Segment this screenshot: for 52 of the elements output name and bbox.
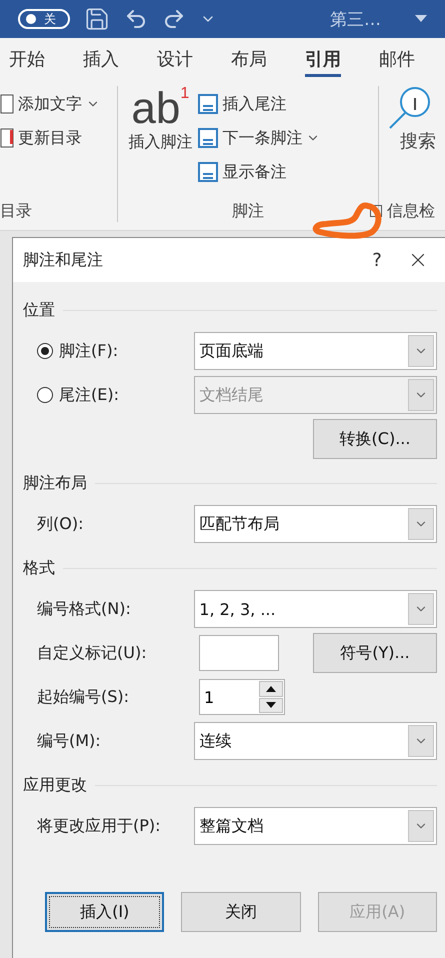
input-field[interactable] [199,635,279,671]
ribbon-tab[interactable]: 引用 [305,41,341,77]
field-label: 将更改应用于(P): [37,816,162,836]
ribbon-button[interactable]: 显示备注 [198,158,320,186]
redo-icon[interactable] [162,7,186,31]
ribbon-tab[interactable]: 开始 [9,41,45,77]
annotation-scribble [312,200,384,240]
ribbon-tab[interactable]: 插入 [83,41,119,77]
dialog-button[interactable]: 插入(I) [45,892,164,932]
section-heading: 应用更改 [23,775,87,796]
ribbon-button[interactable]: 更新目录 [0,124,100,152]
dropdown[interactable]: 匹配节布局 [194,505,437,543]
dropdown[interactable]: 页面底端 [194,332,437,370]
note-icon [198,94,218,114]
ribbon-button[interactable]: 插入尾注 [198,90,320,118]
dialog-button[interactable]: 关闭 [181,892,301,932]
section-heading: 格式 [23,558,55,579]
field-label: 自定义标记(U): [37,642,148,664]
field-label: 起始编号(S): [37,686,130,708]
dropdown[interactable]: 1, 2, 3, ... [194,590,437,628]
field-label: 列(O): [37,514,84,534]
ribbon-tab[interactable]: 设计 [157,41,193,77]
number-spinner[interactable]: 1 [199,679,285,715]
dialog-title: 脚注和尾注 [23,250,104,270]
radio-label: 尾注(E): [59,384,119,406]
autosave-toggle[interactable]: 关 [18,9,70,29]
group-label: 脚注 [128,201,368,222]
help-button[interactable]: ? [347,250,407,270]
ribbon-tab[interactable]: 布局 [231,41,267,77]
ribbon-button[interactable]: 下一条脚注 [198,124,320,152]
radio-label: 脚注(F): [59,340,118,362]
convert-button[interactable]: 转换(C)... [313,419,437,459]
dialog-launcher-icon[interactable] [370,205,382,217]
radio-button[interactable] [37,343,53,359]
dropdown[interactable]: 整篇文档 [194,807,437,845]
section-heading: 脚注布局 [23,473,87,494]
field-label: 编号(M): [37,730,102,752]
group-label: 信息检 [387,201,435,222]
document-title: 第三… [330,8,381,30]
caret-icon[interactable] [415,15,427,23]
insert-footnote-button[interactable]: ab$^{1}$ 插入脚注 [128,86,192,201]
symbol-button[interactable]: 符号(Y)... [313,633,437,673]
save-icon[interactable] [84,6,110,32]
note-icon [198,162,218,182]
dropdown[interactable]: 连续 [194,722,437,760]
note-icon [198,128,218,148]
undo-icon[interactable] [124,7,148,31]
ribbon-tab[interactable]: 邮件 [379,41,415,77]
ribbon-button[interactable]: 添加文字 [0,90,100,118]
field-label: 编号格式(N): [37,598,132,620]
section-heading: 位置 [23,300,55,321]
group-label: 目录 [0,201,33,222]
